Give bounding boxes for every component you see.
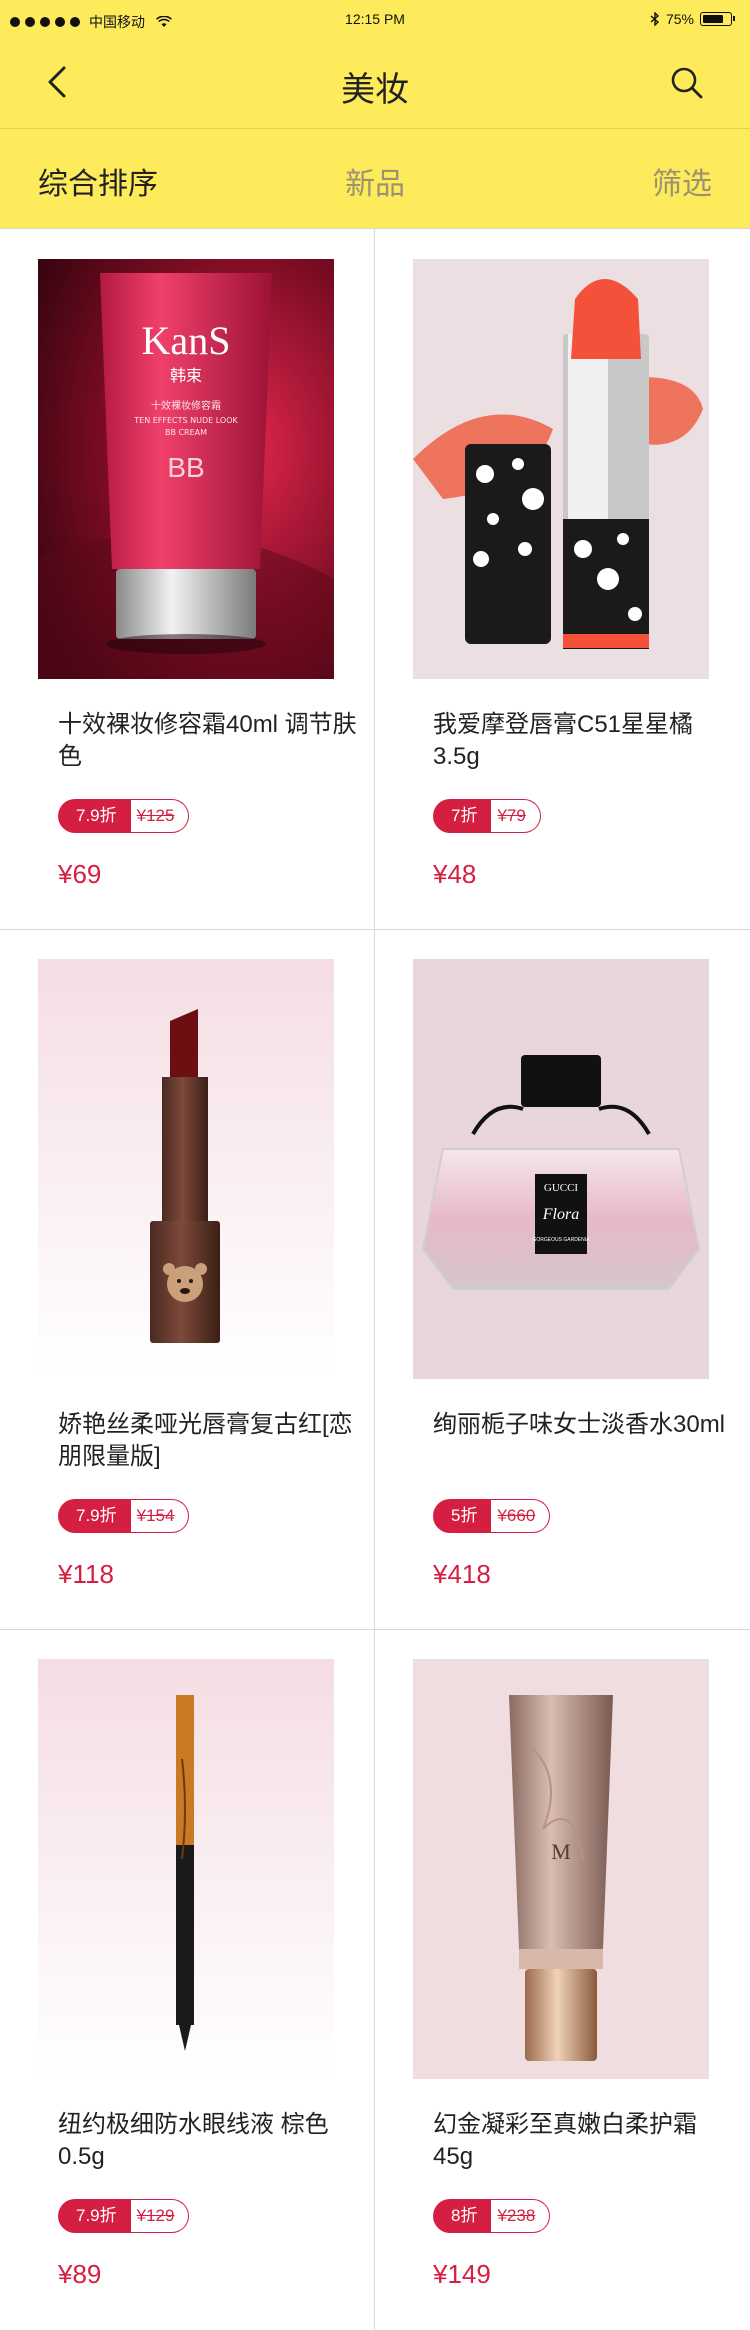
- bb-big-text: BB: [167, 452, 204, 483]
- bb-brand-text: KanS: [142, 318, 231, 363]
- bb-line2-text: TEN EFFECTS NUDE LOOK: [133, 416, 238, 425]
- product-image-bb-cream: KanS 韩束 十效裸妆修容霜 TEN EFFECTS NUDE LOOK BB…: [38, 259, 334, 679]
- battery-level: [703, 15, 723, 23]
- search-icon[interactable]: [666, 62, 710, 106]
- discount-badge: 5折: [433, 1499, 492, 1533]
- product-title: 我爱摩登唇膏C51星星橘 3.5g: [433, 711, 694, 770]
- bb-cream-image: KanS 韩束 十效裸妆修容霜 TEN EFFECTS NUDE LOOK BB…: [38, 259, 334, 679]
- product-price: ¥149: [433, 2259, 491, 2289]
- original-price: ¥129: [130, 2199, 190, 2233]
- matte-lipstick-image: [38, 959, 334, 1379]
- price-tag: 8折 ¥238: [433, 2199, 551, 2235]
- discount-badge: 7.9折: [58, 1499, 131, 1533]
- cream-brand-text: M: [551, 1839, 571, 1864]
- bb-line3-text: BB CREAM: [165, 428, 207, 437]
- product-card[interactable]: 纽约极细防水眼线液 棕色0.5g 7.9折 ¥129 ¥89: [0, 1629, 374, 2329]
- product-image-eyeliner: [38, 1659, 334, 2079]
- nav-bar: 美妆: [0, 40, 750, 128]
- product-image-cream: M: [413, 1659, 709, 2079]
- header: 中国移动 12:15 PM 75% 美妆 综合排序 新品 筛选: [0, 0, 750, 228]
- page-title: 美妆: [341, 71, 409, 109]
- discount-badge: 7.9折: [58, 2199, 131, 2233]
- product-price: ¥48: [433, 859, 477, 889]
- product-title: 娇艳丝柔哑光唇膏复古红[恋朋限量版]: [58, 1411, 353, 1470]
- perfume-name-text: Flora: [542, 1206, 579, 1223]
- original-price: ¥154: [130, 1499, 190, 1533]
- price-tag: 7折 ¥79: [433, 799, 541, 835]
- original-price: ¥125: [130, 799, 190, 833]
- product-title: 十效裸妆修容霜40ml 调节肤色: [58, 711, 357, 770]
- product-price: ¥89: [58, 2259, 102, 2289]
- discount-badge: 7.9折: [58, 799, 131, 833]
- discount-badge: 8折: [433, 2199, 492, 2233]
- bb-sub-text: 韩束: [170, 366, 202, 385]
- product-price: ¥418: [433, 1559, 491, 1589]
- status-right: 75%: [650, 11, 735, 27]
- bluetooth-icon: [650, 12, 659, 26]
- status-time: 12:15 PM: [345, 11, 405, 27]
- product-card[interactable]: GUCCI Flora GORGEOUS GARDENIA 绚丽栀子味女士淡香水…: [375, 929, 749, 1629]
- product-title: 绚丽栀子味女士淡香水30ml: [433, 1411, 726, 1438]
- price-tag: 7.9折 ¥125: [58, 799, 190, 835]
- product-image-lipstick: [413, 259, 709, 679]
- price-tag: 5折 ¥660: [433, 1499, 551, 1535]
- cream-image: M: [413, 1659, 709, 2079]
- original-price: ¥660: [491, 1499, 551, 1533]
- product-title: 纽约极细防水眼线液 棕色0.5g: [58, 2111, 329, 2170]
- discount-badge: 7折: [433, 799, 492, 833]
- original-price: ¥238: [491, 2199, 551, 2233]
- product-title: 幻金凝彩至真嫩白柔护霜45g: [433, 2111, 697, 2170]
- product-image-perfume: GUCCI Flora GORGEOUS GARDENIA: [413, 959, 709, 1379]
- perfume-sub-text: GORGEOUS GARDENIA: [533, 1237, 591, 1243]
- product-image-matte-lipstick: [38, 959, 334, 1379]
- product-card[interactable]: 娇艳丝柔哑光唇膏复古红[恋朋限量版] 7.9折 ¥154 ¥118: [0, 929, 374, 1629]
- price-tag: 7.9折 ¥129: [58, 2199, 190, 2235]
- original-price: ¥79: [491, 799, 541, 833]
- product-grid: KanS 韩束 十效裸妆修容霜 TEN EFFECTS NUDE LOOK BB…: [0, 228, 750, 2330]
- product-card[interactable]: KanS 韩束 十效裸妆修容霜 TEN EFFECTS NUDE LOOK BB…: [0, 229, 374, 929]
- product-price: ¥69: [58, 859, 102, 889]
- bb-line1-text: 十效裸妆修容霜: [151, 399, 221, 412]
- eyeliner-image: [38, 1659, 334, 2079]
- battery-percent: 75%: [665, 11, 694, 27]
- product-card[interactable]: M 幻金凝彩至真嫩白柔护霜45g 8折 ¥238 ¥149: [375, 1629, 749, 2329]
- sort-comprehensive-tab[interactable]: 综合排序: [38, 159, 158, 203]
- product-price: ¥118: [58, 1559, 114, 1589]
- sort-new-tab[interactable]: 新品: [345, 159, 405, 203]
- battery-icon: [700, 12, 735, 26]
- price-tag: 7.9折 ¥154: [58, 1499, 190, 1535]
- perfume-brand-text: GUCCI: [544, 1182, 579, 1194]
- status-bar: 中国移动 12:15 PM 75%: [0, 0, 750, 40]
- filter-bar: 综合排序 新品 筛选: [0, 128, 750, 228]
- filter-button[interactable]: 筛选: [652, 159, 712, 203]
- lipstick-image: [413, 259, 709, 679]
- perfume-image: GUCCI Flora GORGEOUS GARDENIA: [413, 959, 709, 1379]
- product-card[interactable]: 我爱摩登唇膏C51星星橘 3.5g 7折 ¥79 ¥48: [375, 229, 749, 929]
